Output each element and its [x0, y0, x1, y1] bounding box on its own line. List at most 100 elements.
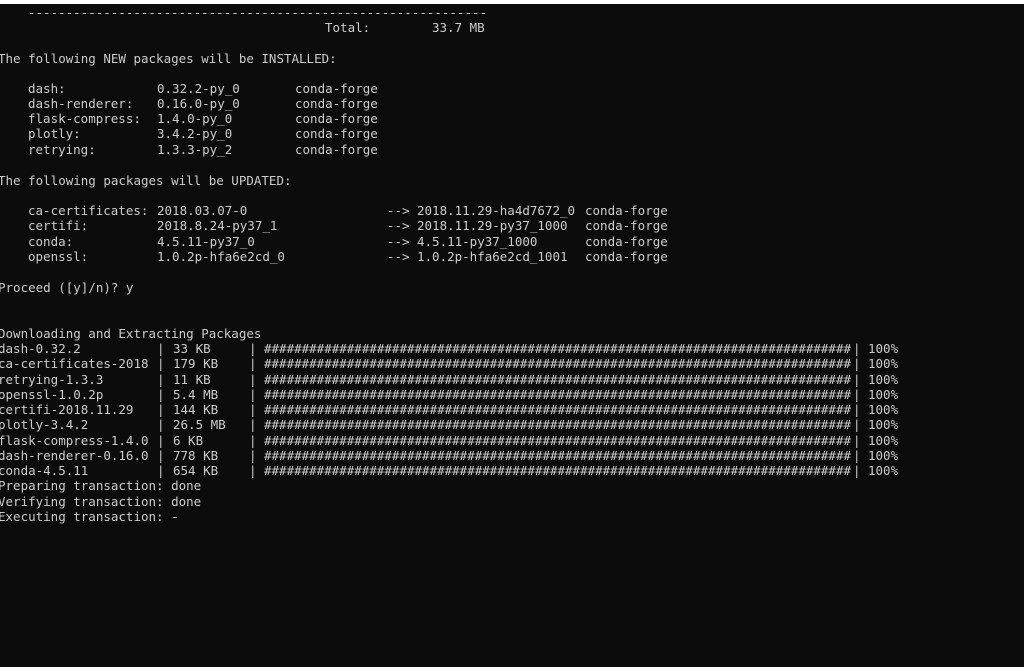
download-row: flask-compress-1.4.0 | 6 KB | ##########…: [0, 433, 898, 448]
download-percent: 100%: [868, 387, 899, 402]
update-arrow: -->: [387, 234, 410, 249]
package-channel: conda-forge: [295, 96, 378, 111]
package-channel: conda-forge: [585, 249, 668, 264]
package-new-version: 1.0.2p-hfa6e2cd_1001: [417, 249, 568, 264]
update-arrow: -->: [387, 249, 410, 264]
transaction-status: Verifying transaction: done: [0, 494, 202, 509]
download-size: 179 KB: [173, 356, 219, 371]
download-row: openssl-1.0.2p | 5.4 MB | ##############…: [0, 387, 898, 402]
download-row: retrying-1.3.3 | 11 KB | ###############…: [0, 372, 898, 387]
download-percent: 100%: [868, 402, 899, 417]
progress-bar: ########################################…: [264, 463, 851, 478]
package-version: 3.4.2-py_0: [157, 126, 233, 141]
progress-bar: ########################################…: [264, 356, 851, 371]
column-separator: |: [157, 372, 165, 387]
column-separator: |: [157, 448, 165, 463]
download-row: dash-renderer-0.16.0 | 778 KB | ########…: [0, 448, 898, 463]
package-version: 0.32.2-py_0: [157, 81, 240, 96]
package-name: conda:: [28, 234, 74, 249]
column-separator: |: [853, 433, 861, 448]
download-name: dash-0.32.2: [0, 341, 81, 356]
column-separator: |: [157, 417, 165, 432]
column-separator: |: [157, 433, 165, 448]
download-size: 654 KB: [173, 463, 219, 478]
download-percent: 100%: [868, 448, 899, 463]
update-arrow: -->: [387, 218, 410, 233]
column-separator: |: [853, 448, 861, 463]
package-new-version: 2018.11.29-ha4d7672_0: [417, 203, 576, 218]
column-separator: |: [249, 417, 257, 432]
download-size: 778 KB: [173, 448, 219, 463]
download-row: certifi-2018.11.29 | 144 KB | ##########…: [0, 402, 898, 417]
package-name: retrying:: [28, 142, 96, 157]
package-channel: conda-forge: [585, 218, 668, 233]
download-percent: 100%: [868, 356, 899, 371]
total-line: Total: 33.7 MB: [0, 20, 485, 35]
download-percent: 100%: [868, 417, 899, 432]
column-separator: |: [249, 448, 257, 463]
package-name: dash:: [28, 81, 66, 96]
download-name: flask-compress-1.4.0: [0, 433, 149, 448]
package-name: certifi:: [28, 218, 89, 233]
download-header: Downloading and Extracting Packages: [0, 326, 262, 341]
package-old-version: 4.5.11-py37_0: [157, 234, 255, 249]
column-separator: |: [249, 402, 257, 417]
package-new-version: 4.5.11-py37_1000: [417, 234, 538, 249]
package-new-version: 2018.11.29-py37_1000: [417, 218, 568, 233]
package-name: flask-compress:: [28, 111, 141, 126]
column-separator: |: [157, 387, 165, 402]
column-separator: |: [853, 417, 861, 432]
column-separator: |: [157, 341, 165, 356]
update-row: ca-certificates: 2018.03.07-0 --> 2018.1…: [0, 203, 668, 218]
install-row: flask-compress: 1.4.0-py_0 conda-forge: [0, 111, 378, 126]
download-percent: 100%: [868, 463, 899, 478]
package-name: ca-certificates:: [28, 203, 149, 218]
column-separator: |: [157, 356, 165, 371]
separator: ----------------------------------------…: [28, 5, 488, 20]
transaction-status: Preparing transaction: done: [0, 478, 202, 493]
total-label: Total:: [325, 20, 371, 35]
download-size: 144 KB: [173, 402, 219, 417]
install-row: plotly: 3.4.2-py_0 conda-forge: [0, 126, 378, 141]
terminal-window[interactable]: ----------------------------------------…: [0, 4, 1024, 667]
download-name: conda-4.5.11: [0, 463, 89, 478]
column-separator: |: [853, 372, 861, 387]
download-row: ca-certificates-2018 | 179 KB | ########…: [0, 356, 898, 371]
progress-bar: ########################################…: [264, 372, 851, 387]
column-separator: |: [157, 463, 165, 478]
progress-bar: ########################################…: [264, 448, 851, 463]
package-channel: conda-forge: [295, 142, 378, 157]
package-channel: conda-forge: [585, 234, 668, 249]
progress-bar: ########################################…: [264, 387, 851, 402]
download-row: dash-0.32.2 | 33 KB | ##################…: [0, 341, 898, 356]
download-percent: 100%: [868, 341, 899, 356]
update-header: The following packages will be UPDATED:: [0, 173, 292, 188]
package-version: 1.3.3-py_2: [157, 142, 233, 157]
download-percent: 100%: [868, 433, 899, 448]
install-row: dash-renderer: 0.16.0-py_0 conda-forge: [0, 96, 378, 111]
update-row: certifi: 2018.8.24-py37_1 --> 2018.11.29…: [0, 218, 668, 233]
update-row: conda: 4.5.11-py37_0 --> 4.5.11-py37_100…: [0, 234, 668, 249]
column-separator: |: [853, 387, 861, 402]
column-separator: |: [249, 433, 257, 448]
package-old-version: 2018.8.24-py37_1: [157, 218, 278, 233]
progress-bar: ########################################…: [264, 402, 851, 417]
column-separator: |: [249, 372, 257, 387]
download-size: 5.4 MB: [173, 387, 219, 402]
install-row: dash: 0.32.2-py_0 conda-forge: [0, 81, 378, 96]
download-name: certifi-2018.11.29: [0, 402, 134, 417]
column-separator: |: [249, 387, 257, 402]
package-version: 1.4.0-py_0: [157, 111, 233, 126]
package-version: 0.16.0-py_0: [157, 96, 240, 111]
progress-bar: ########################################…: [264, 341, 851, 356]
download-name: dash-renderer-0.16.0: [0, 448, 149, 463]
package-channel: conda-forge: [295, 126, 378, 141]
download-size: 26.5 MB: [173, 417, 226, 432]
download-name: ca-certificates-2018: [0, 356, 149, 371]
download-row: plotly-3.4.2 | 26.5 MB | ###############…: [0, 417, 898, 432]
package-name: plotly:: [28, 126, 81, 141]
download-size: 6 KB: [173, 433, 204, 448]
package-name: dash-renderer:: [28, 96, 134, 111]
update-row: openssl: 1.0.2p-hfa6e2cd_0 --> 1.0.2p-hf…: [0, 249, 668, 264]
total-value: 33.7 MB: [432, 20, 485, 35]
